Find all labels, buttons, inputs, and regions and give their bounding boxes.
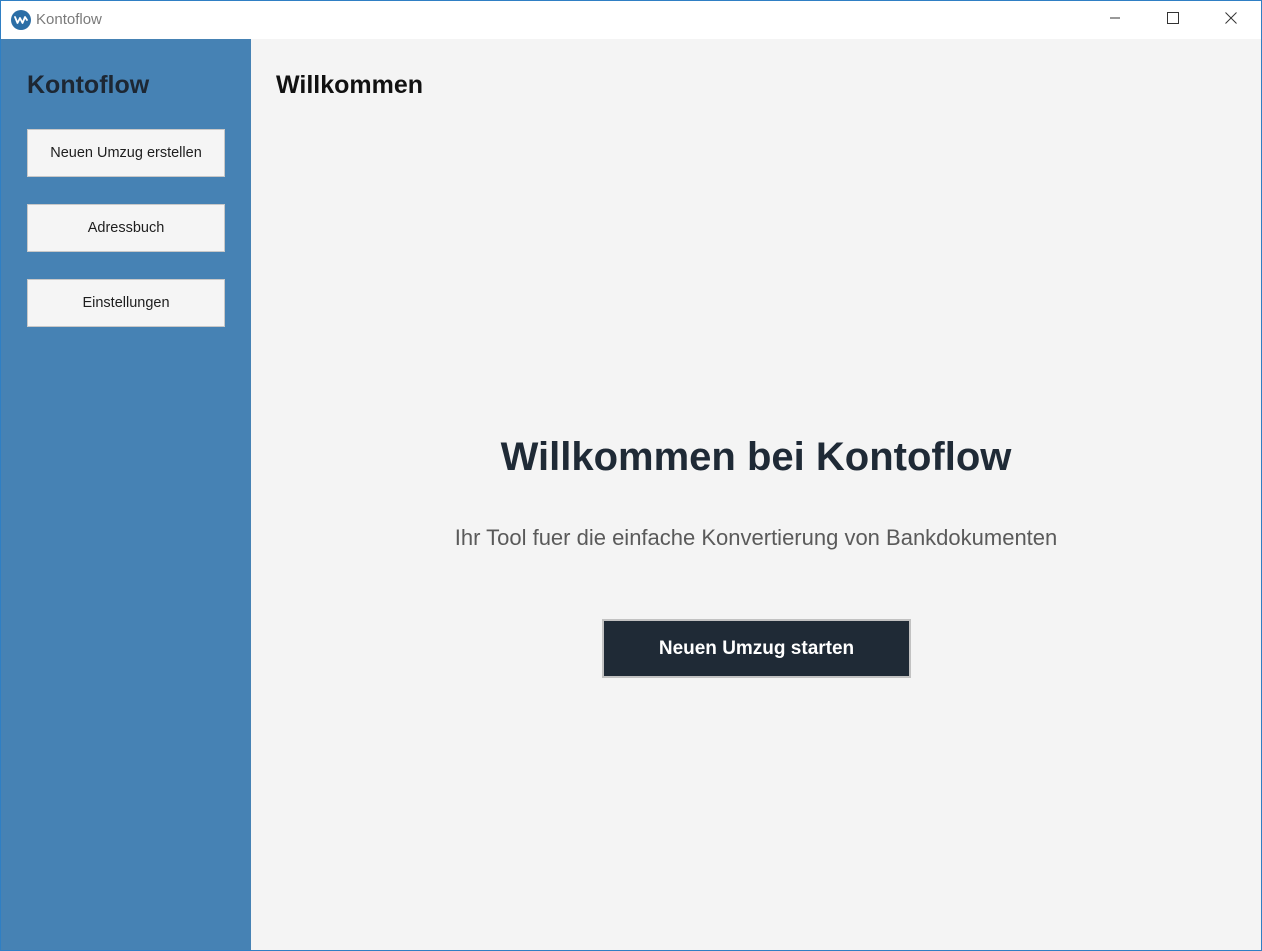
welcome-subtitle: Ihr Tool fuer die einfache Konvertierung… bbox=[454, 525, 1058, 550]
minimize-button[interactable] bbox=[1086, 1, 1144, 39]
kontoflow-app-icon bbox=[11, 10, 31, 30]
address-book-button[interactable]: Adressbuch bbox=[27, 204, 225, 252]
app-window: Kontoflow Kontoflow Neuen Umzug erstelle… bbox=[0, 0, 1262, 951]
close-icon bbox=[1225, 11, 1237, 29]
sidebar: Kontoflow Neuen Umzug erstellen Adressbu… bbox=[1, 39, 251, 950]
start-new-move-button[interactable]: Neuen Umzug starten bbox=[602, 619, 911, 678]
window-title: Kontoflow bbox=[36, 11, 102, 28]
sidebar-title: Kontoflow bbox=[27, 71, 150, 99]
close-button[interactable] bbox=[1202, 1, 1260, 39]
new-move-button[interactable]: Neuen Umzug erstellen bbox=[27, 129, 225, 177]
title-bar[interactable]: Kontoflow bbox=[1, 1, 1261, 39]
welcome-heading: Willkommen bei Kontoflow bbox=[500, 435, 1012, 479]
maximize-icon bbox=[1167, 11, 1179, 29]
minimize-icon bbox=[1109, 11, 1121, 29]
settings-button[interactable]: Einstellungen bbox=[27, 279, 225, 327]
page-title: Willkommen bbox=[276, 71, 424, 99]
main-content: Willkommen Willkommen bei Kontoflow Ihr … bbox=[251, 39, 1261, 950]
maximize-button[interactable] bbox=[1144, 1, 1202, 39]
